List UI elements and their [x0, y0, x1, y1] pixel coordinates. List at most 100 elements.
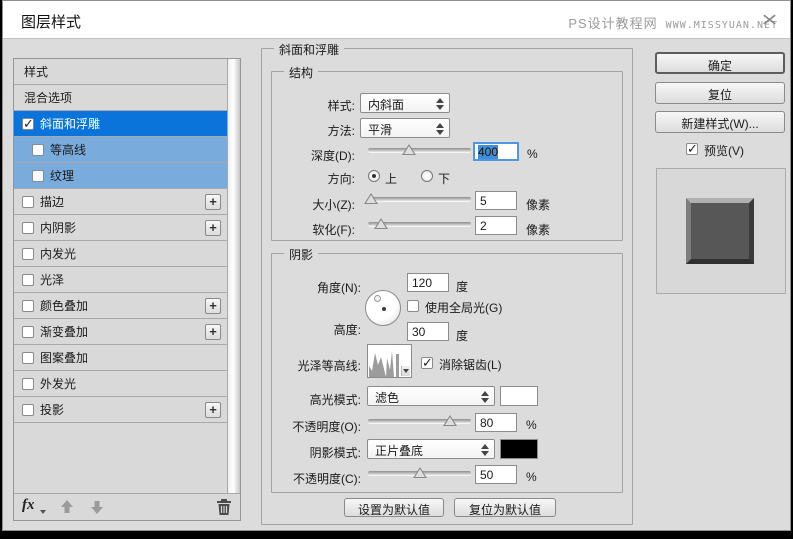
- slider-thumb[interactable]: [374, 218, 389, 229]
- add-gradient-overlay-icon[interactable]: [205, 324, 221, 340]
- dropdown-arrows-icon: [436, 98, 444, 110]
- size-slider[interactable]: [364, 192, 471, 205]
- highlight-opacity-input[interactable]: 80: [475, 413, 517, 432]
- color-overlay-checkbox[interactable]: [22, 299, 34, 312]
- bevel-emboss-checkbox[interactable]: [22, 116, 34, 132]
- layer-style-dialog: 图层样式 PS设计教程网www.missyuan.net × 样式 混合选项 斜…: [2, 0, 791, 531]
- highlight-mode-label: 高光模式:: [309, 393, 361, 407]
- texture-checkbox[interactable]: [32, 169, 44, 182]
- preview-checkbox[interactable]: [686, 141, 698, 157]
- shadow-color-swatch[interactable]: [500, 439, 538, 459]
- gloss-contour-picker[interactable]: [367, 344, 412, 378]
- soften-slider[interactable]: [368, 217, 471, 230]
- slider-thumb[interactable]: [443, 415, 458, 426]
- sidebar-item-styles[interactable]: 样式: [14, 59, 227, 85]
- delete-effect-button[interactable]: [216, 498, 232, 519]
- structure-legend: 结构: [284, 64, 319, 81]
- inner-shadow-checkbox[interactable]: [22, 221, 34, 234]
- move-effect-up-button[interactable]: [60, 499, 74, 518]
- add-stroke-icon[interactable]: [205, 194, 221, 210]
- angle-input[interactable]: 120: [407, 273, 449, 292]
- use-global-light-checkbox[interactable]: [407, 300, 419, 312]
- sidebar-item-label: 混合选项: [24, 91, 73, 105]
- sidebar-item-inner-shadow[interactable]: 内阴影: [14, 215, 227, 241]
- inner-glow-checkbox[interactable]: [22, 247, 34, 260]
- stroke-checkbox[interactable]: [22, 195, 34, 208]
- shadow-mode-select[interactable]: 正片叠底: [367, 439, 495, 459]
- contour-dropdown-icon[interactable]: [401, 366, 410, 376]
- add-inner-shadow-icon[interactable]: [205, 220, 221, 236]
- sidebar-item-blending-options[interactable]: 混合选项: [14, 85, 227, 111]
- slider-thumb[interactable]: [364, 193, 379, 204]
- highlight-mode-value: 滤色: [375, 391, 400, 405]
- sidebar-item-outer-glow[interactable]: 外发光: [14, 371, 227, 397]
- preview-label: 预览(V): [704, 144, 744, 158]
- sidebar-item-inner-glow[interactable]: 内发光: [14, 241, 227, 267]
- fx-menu-button[interactable]: fx: [22, 497, 35, 514]
- direction-up-radio[interactable]: [368, 170, 380, 182]
- sidebar-item-label: 样式: [24, 65, 49, 79]
- highlight-opacity-unit: %: [526, 418, 537, 432]
- slider-thumb[interactable]: [402, 144, 417, 155]
- set-default-button[interactable]: 设置为默认值: [344, 498, 444, 517]
- gloss-contour-label: 光泽等高线:: [297, 359, 361, 373]
- sidebar-item-bevel-emboss[interactable]: 斜面和浮雕: [14, 111, 227, 137]
- reset-button[interactable]: 复位: [655, 82, 785, 104]
- sidebar-item-satin[interactable]: 光泽: [14, 267, 227, 293]
- angle-label: 角度(N):: [317, 281, 361, 295]
- size-unit: 像素: [526, 198, 551, 212]
- size-input[interactable]: 5: [475, 191, 517, 210]
- direction-down-radio[interactable]: [421, 170, 433, 182]
- dropdown-arrows-icon: [481, 444, 489, 456]
- satin-checkbox[interactable]: [22, 273, 34, 286]
- move-effect-down-button[interactable]: [90, 499, 104, 518]
- depth-label: 深度(D):: [311, 149, 355, 163]
- sidebar-footer: fx: [14, 493, 240, 520]
- highlight-mode-select[interactable]: 滤色: [367, 386, 495, 406]
- sidebar-item-label: 内阴影: [40, 221, 77, 235]
- depth-slider[interactable]: [368, 143, 471, 156]
- slider-track[interactable]: [368, 148, 471, 152]
- contour-checkbox[interactable]: [32, 143, 44, 156]
- shadow-opacity-input[interactable]: 50: [475, 465, 517, 484]
- sidebar-item-label: 图案叠加: [40, 351, 89, 365]
- add-drop-shadow-icon[interactable]: [205, 402, 221, 418]
- outer-glow-checkbox[interactable]: [22, 377, 34, 390]
- soften-label: 软化(F):: [312, 223, 355, 237]
- watermark-x-icon: ×: [761, 7, 778, 32]
- drop-shadow-checkbox[interactable]: [22, 403, 34, 416]
- slider-track[interactable]: [368, 197, 471, 201]
- reset-default-button[interactable]: 复位为默认值: [454, 498, 556, 517]
- sidebar-item-label: 投影: [40, 403, 65, 417]
- add-color-overlay-icon[interactable]: [205, 298, 221, 314]
- sidebar-item-color-overlay[interactable]: 颜色叠加: [14, 293, 227, 319]
- highlight-color-swatch[interactable]: [500, 386, 538, 406]
- anti-aliased-checkbox[interactable]: [421, 355, 433, 371]
- sidebar-item-drop-shadow[interactable]: 投影: [14, 397, 227, 423]
- highlight-opacity-slider[interactable]: [368, 414, 471, 427]
- sidebar-item-pattern-overlay[interactable]: 图案叠加: [14, 345, 227, 371]
- sidebar-item-contour[interactable]: 等高线: [14, 137, 227, 163]
- slider-thumb[interactable]: [412, 467, 427, 478]
- shadow-opacity-slider[interactable]: [368, 466, 471, 479]
- soften-input[interactable]: 2: [475, 216, 517, 235]
- sidebar-item-stroke[interactable]: 描边: [14, 189, 227, 215]
- style-preview-panel: [656, 168, 786, 294]
- altitude-input[interactable]: 30: [407, 322, 449, 341]
- bevel-style-value: 内斜面: [368, 98, 405, 112]
- new-style-button[interactable]: 新建样式(W)...: [655, 111, 785, 133]
- altitude-label: 高度:: [333, 323, 361, 337]
- technique-value: 平滑: [368, 123, 393, 137]
- gloss-contour-thumbnail: [369, 351, 399, 377]
- panel-title: 斜面和浮雕: [274, 41, 345, 58]
- sidebar-item-texture[interactable]: 纹理: [14, 163, 227, 189]
- depth-input[interactable]: 400: [473, 142, 519, 161]
- angle-dial[interactable]: [365, 290, 401, 326]
- sidebar-item-gradient-overlay[interactable]: 渐变叠加: [14, 319, 227, 345]
- pattern-overlay-checkbox[interactable]: [22, 351, 34, 364]
- ok-button[interactable]: 确定: [655, 52, 785, 74]
- gradient-overlay-checkbox[interactable]: [22, 325, 34, 338]
- technique-select[interactable]: 平滑: [360, 118, 450, 138]
- sidebar-scrollbar[interactable]: [227, 59, 240, 493]
- bevel-style-select[interactable]: 内斜面: [360, 93, 450, 113]
